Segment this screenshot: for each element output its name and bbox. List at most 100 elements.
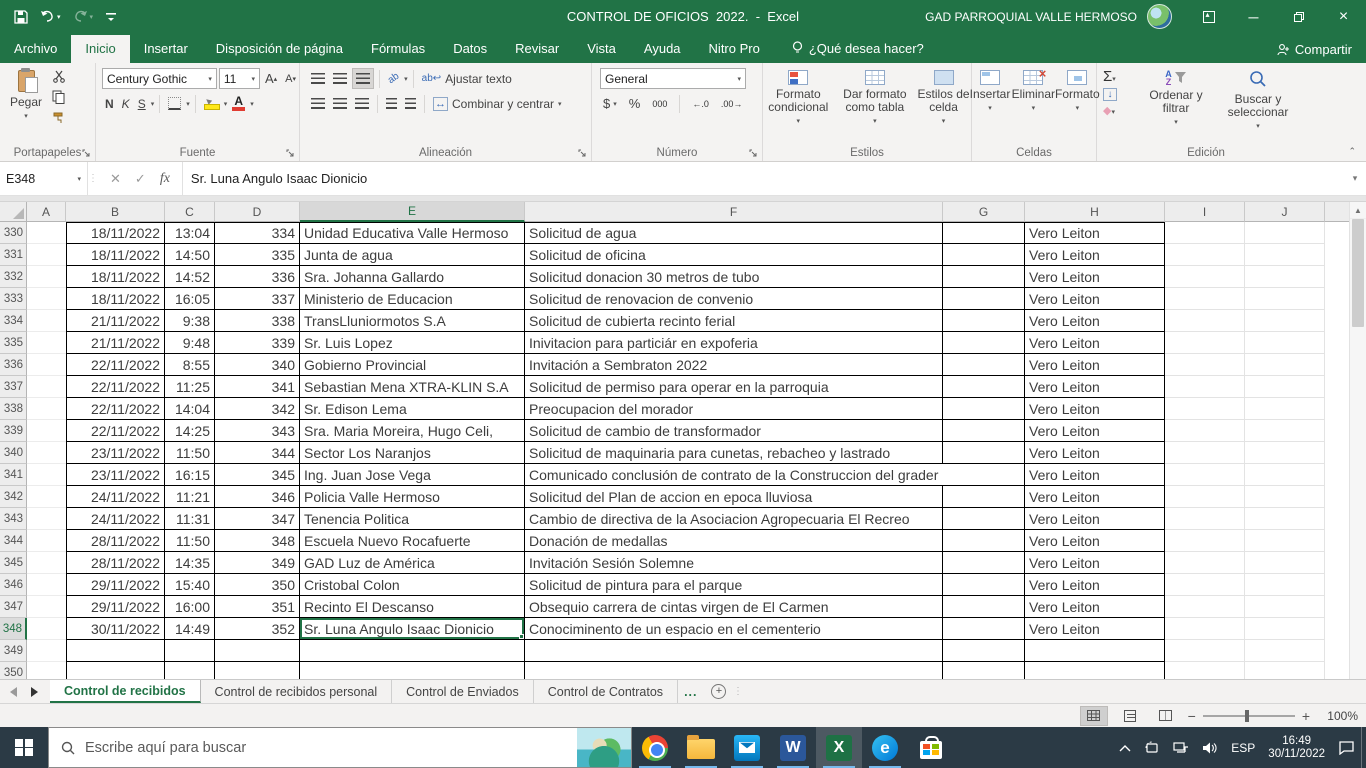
cell-J333[interactable] <box>1245 288 1325 310</box>
select-all-corner[interactable] <box>0 202 27 222</box>
cell-D342[interactable]: 346 <box>215 486 300 508</box>
cell-C349[interactable] <box>165 640 215 662</box>
cell-H335[interactable]: Vero Leiton <box>1025 332 1165 354</box>
cell-J336[interactable] <box>1245 354 1325 376</box>
name-box-dropdown-icon[interactable]: ▾ <box>77 175 81 183</box>
collapse-ribbon-icon[interactable]: ⌃ <box>1348 146 1356 157</box>
cell-G346[interactable] <box>943 574 1025 596</box>
cell-E337[interactable]: Sebastian Mena XTRA-KLIN S.A <box>300 376 525 398</box>
cell-F350[interactable] <box>525 662 943 679</box>
ribbon-display-options-button[interactable] <box>1186 0 1231 33</box>
cell-A332[interactable] <box>27 266 66 288</box>
cell-D332[interactable]: 336 <box>215 266 300 288</box>
cell-G347[interactable] <box>943 596 1025 618</box>
redo-dropdown-icon[interactable]: ▾ <box>90 13 94 21</box>
cell-F336[interactable]: Invitación a Sembraton 2022 <box>525 354 943 376</box>
cell-I339[interactable] <box>1165 420 1245 442</box>
cell-J335[interactable] <box>1245 332 1325 354</box>
increase-indent-icon[interactable] <box>402 93 419 114</box>
cell-J349[interactable] <box>1245 640 1325 662</box>
cell-G331[interactable] <box>943 244 1025 266</box>
number-dialog-launcher[interactable] <box>749 149 758 158</box>
underline-dropdown-icon[interactable]: ▾ <box>151 100 155 108</box>
cell-A337[interactable] <box>27 376 66 398</box>
cell-H343[interactable]: Vero Leiton <box>1025 508 1165 530</box>
column-header-H[interactable]: H <box>1025 202 1165 222</box>
cell-D339[interactable]: 343 <box>215 420 300 442</box>
cell-C332[interactable]: 14:52 <box>165 266 215 288</box>
cell-D345[interactable]: 349 <box>215 552 300 574</box>
font-color-button[interactable]: A <box>229 93 248 114</box>
cell-B346[interactable]: 29/11/2022 <box>66 574 165 596</box>
show-desktop-button[interactable] <box>1361 727 1366 768</box>
tab-datos[interactable]: Datos <box>439 35 501 63</box>
font-size-combo[interactable]: 11▾ <box>219 68 260 89</box>
row-header-342[interactable]: 342 <box>0 486 27 508</box>
cell-C343[interactable]: 11:31 <box>165 508 215 530</box>
align-left-icon[interactable] <box>308 93 328 114</box>
start-button[interactable] <box>0 727 48 768</box>
row-header-348[interactable]: 348 <box>0 618 27 640</box>
cell-D336[interactable]: 340 <box>215 354 300 376</box>
decrease-font-icon[interactable]: A▾ <box>282 68 299 89</box>
cell-I344[interactable] <box>1165 530 1245 552</box>
cell-B336[interactable]: 22/11/2022 <box>66 354 165 376</box>
cell-D341[interactable]: 345 <box>215 464 300 486</box>
tell-me-box[interactable]: ¿Qué desea hacer? <box>792 41 924 63</box>
expand-formula-bar-icon[interactable]: ▾ <box>1344 162 1366 195</box>
cell-A340[interactable] <box>27 442 66 464</box>
cell-C334[interactable]: 9:38 <box>165 310 215 332</box>
cell-G332[interactable] <box>943 266 1025 288</box>
cell-H350[interactable] <box>1025 662 1165 679</box>
row-header-334[interactable]: 334 <box>0 310 27 332</box>
cell-D340[interactable]: 344 <box>215 442 300 464</box>
cell-F345[interactable]: Invitación Sesión Solemne <box>525 552 943 574</box>
account-avatar[interactable] <box>1147 4 1172 29</box>
save-icon[interactable] <box>10 5 32 29</box>
vertical-scroll-thumb[interactable] <box>1352 219 1364 327</box>
copy-icon[interactable] <box>52 90 66 107</box>
cell-H332[interactable]: Vero Leiton <box>1025 266 1165 288</box>
cell-C333[interactable]: 16:05 <box>165 288 215 310</box>
column-header-D[interactable]: D <box>215 202 300 222</box>
cell-J348[interactable] <box>1245 618 1325 640</box>
format-cells-button[interactable]: Formato ▾ <box>1056 66 1098 146</box>
cell-G334[interactable] <box>943 310 1025 332</box>
sheet-tab-3[interactable]: Control de Enviados <box>392 680 534 703</box>
clipboard-dialog-launcher[interactable] <box>82 149 91 158</box>
cell-F333[interactable]: Solicitud de renovacion de convenio <box>525 288 943 310</box>
cell-J345[interactable] <box>1245 552 1325 574</box>
cell-I336[interactable] <box>1165 354 1245 376</box>
cell-B331[interactable]: 18/11/2022 <box>66 244 165 266</box>
cell-G342[interactable] <box>943 486 1025 508</box>
cell-H337[interactable]: Vero Leiton <box>1025 376 1165 398</box>
tab-archivo[interactable]: Archivo <box>0 35 71 63</box>
row-header-333[interactable]: 333 <box>0 288 27 310</box>
cell-A338[interactable] <box>27 398 66 420</box>
taskbar-word-icon[interactable]: W <box>770 727 816 768</box>
zoom-slider[interactable] <box>1203 715 1295 717</box>
cell-B340[interactable]: 23/11/2022 <box>66 442 165 464</box>
cell-D349[interactable] <box>215 640 300 662</box>
column-header-C[interactable]: C <box>165 202 215 222</box>
volume-icon[interactable] <box>1202 741 1218 755</box>
cell-C345[interactable]: 14:35 <box>165 552 215 574</box>
taskbar-chrome-icon[interactable] <box>632 727 678 768</box>
cell-F340[interactable]: Solicitud de maquinaria para cunetas, re… <box>525 442 943 464</box>
alignment-dialog-launcher[interactable] <box>578 149 587 158</box>
cell-E331[interactable]: Junta de agua <box>300 244 525 266</box>
underline-button[interactable]: S <box>135 93 149 114</box>
cell-G330[interactable] <box>943 222 1025 244</box>
row-header-331[interactable]: 331 <box>0 244 27 266</box>
tab-splitter[interactable]: ⋮ <box>734 680 741 703</box>
cell-B347[interactable]: 29/11/2022 <box>66 596 165 618</box>
sheet-tabs-overflow[interactable]: ... <box>678 680 703 703</box>
cell-A333[interactable] <box>27 288 66 310</box>
cell-I345[interactable] <box>1165 552 1245 574</box>
align-top-icon[interactable] <box>308 68 328 89</box>
cell-A341[interactable] <box>27 464 66 486</box>
cell-F335[interactable]: Inivitacion para particiár en expoferia <box>525 332 943 354</box>
cell-J338[interactable] <box>1245 398 1325 420</box>
page-break-view-button[interactable] <box>1152 706 1180 726</box>
cell-F332[interactable]: Solicitud donacion 30 metros de tubo <box>525 266 943 288</box>
